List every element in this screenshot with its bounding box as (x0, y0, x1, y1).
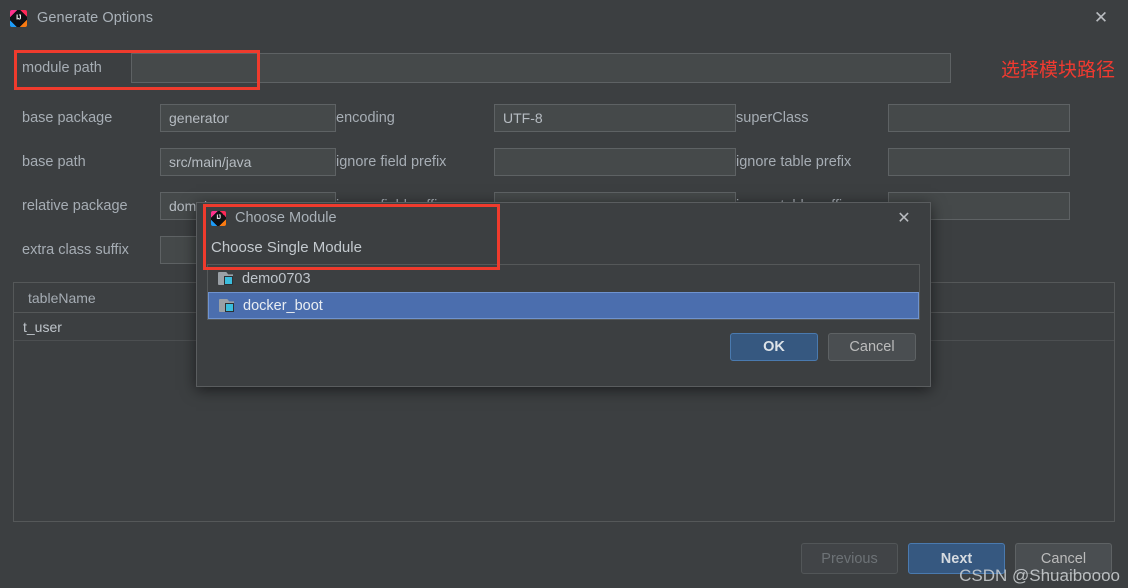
ignore-field-prefix-input[interactable] (494, 148, 736, 176)
close-icon[interactable]: ✕ (1074, 0, 1128, 36)
base-package-label: base package (22, 110, 113, 126)
close-icon[interactable]: ✕ (886, 203, 922, 233)
base-path-input[interactable]: src/main/java (160, 148, 336, 176)
choose-module-titlebar: Choose Module ✕ (197, 203, 930, 233)
next-button[interactable]: Next (908, 543, 1005, 574)
previous-button[interactable]: Previous (801, 543, 898, 574)
module-folder-icon (218, 272, 233, 285)
choose-module-subtitle: Choose Single Module (211, 239, 362, 256)
wizard-footer: Previous Next Cancel (801, 543, 1112, 574)
cancel-button[interactable]: Cancel (1015, 543, 1112, 574)
choose-module-dialog: Choose Module ✕ Choose Single Module dem… (196, 202, 931, 387)
module-name: docker_boot (243, 297, 323, 314)
intellij-idea-icon (211, 210, 226, 226)
relative-package-label: relative package (22, 198, 128, 214)
superclass-input[interactable] (888, 104, 1070, 132)
ignore-field-prefix-label: ignore field prefix (336, 154, 447, 170)
module-path-label: module path (22, 60, 102, 76)
list-item[interactable]: demo0703 (208, 265, 919, 292)
form-row-module-path: module path 选择模块路径 (13, 50, 1115, 86)
base-package-input[interactable]: generator (160, 104, 336, 132)
superclass-label: superClass (736, 110, 809, 126)
ignore-table-prefix-input[interactable] (888, 148, 1070, 176)
module-list: demo0703 docker_boot (207, 264, 920, 320)
module-path-annotation: 选择模块路径 (1000, 58, 1115, 81)
encoding-label: encoding (336, 110, 395, 126)
module-name: demo0703 (242, 270, 311, 287)
form-row-1: base package generator encoding UTF-8 su… (13, 96, 1115, 140)
base-path-label: base path (22, 154, 86, 170)
ok-button[interactable]: OK (730, 333, 818, 361)
choose-module-title: Choose Module (235, 210, 337, 226)
modal-cancel-button[interactable]: Cancel (828, 333, 916, 361)
window-title: Generate Options (37, 10, 154, 26)
window-titlebar: Generate Options ✕ (0, 0, 1128, 36)
list-item[interactable]: docker_boot (208, 292, 919, 319)
intellij-idea-icon (10, 9, 27, 27)
encoding-input[interactable]: UTF-8 (494, 104, 736, 132)
choose-module-footer: OK Cancel (197, 320, 930, 361)
extra-class-suffix-label: extra class suffix (22, 242, 129, 258)
form-row-2: base path src/main/java ignore field pre… (13, 140, 1115, 184)
ignore-table-prefix-label: ignore table prefix (736, 154, 852, 170)
module-path-input[interactable] (131, 53, 951, 83)
module-folder-icon (219, 299, 234, 312)
